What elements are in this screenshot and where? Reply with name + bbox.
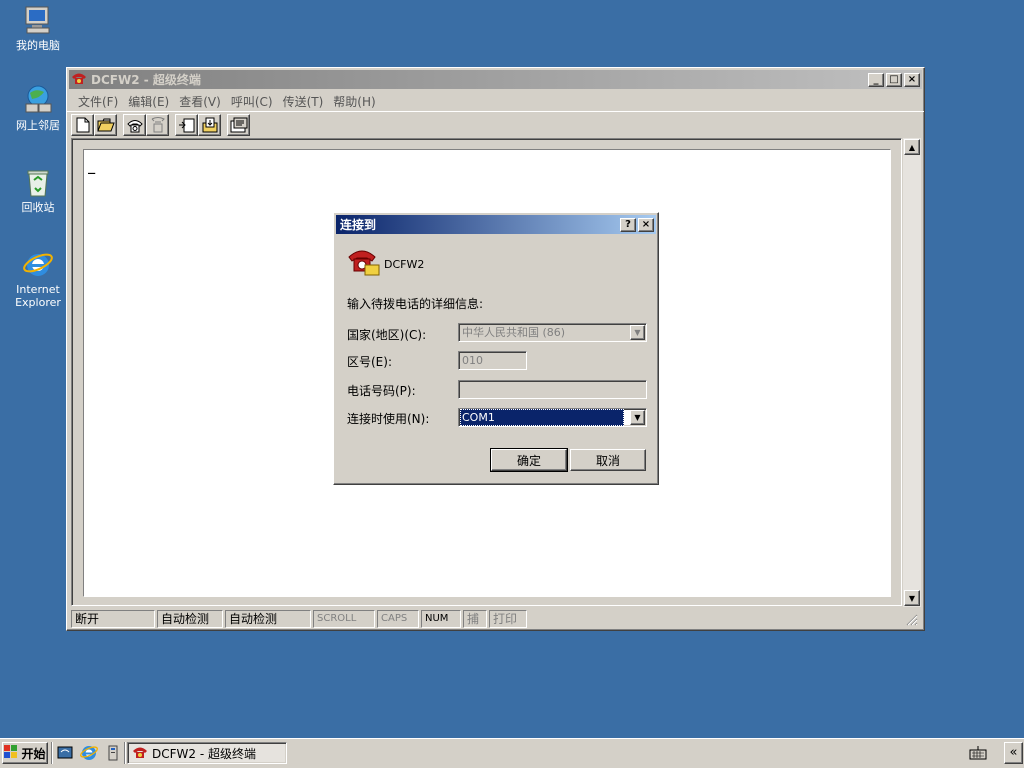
phone-number-input[interactable] [458,380,647,399]
desktop-icon-network[interactable]: 网上邻居 [0,84,76,132]
internet-explorer-icon [22,248,54,280]
open-button[interactable] [94,113,117,136]
scroll-down-icon: ▼ [908,593,916,603]
status-detect-1: 自动检测 [157,610,223,628]
menu-bar: 文件(F) 编辑(E) 查看(V) 呼叫(C) 传送(T) 帮助(H) [67,91,924,111]
help-icon: ? [625,218,631,230]
disconnect-icon [151,116,165,132]
status-num: NUM [421,610,461,628]
call-button[interactable] [123,113,146,136]
receive-icon [202,117,217,132]
status-detect-2: 自动检测 [225,610,311,628]
connection-icon [347,245,381,277]
dialog-close-button[interactable]: × [638,217,654,232]
dialog-titlebar[interactable]: 连接到 ? × [336,215,656,234]
status-print: 打印 [489,610,527,628]
status-caps: CAPS [377,610,419,628]
maximize-icon: □ [889,73,899,85]
open-icon [96,118,115,131]
dialog-title: 连接到 [340,218,377,232]
menu-edit[interactable]: 编辑(E) [123,93,174,110]
desktop-icon-recycle-bin[interactable]: 回收站 [0,166,76,214]
desktop-icon-label: 网上邻居 [16,119,60,132]
keyboard-icon[interactable] [969,745,987,764]
receive-button[interactable] [198,113,221,136]
status-capture: 捕 [463,610,487,628]
desktop-icon-label: 回收站 [21,201,55,214]
chevron-down-icon[interactable]: ▼ [630,325,645,340]
resize-grip-icon[interactable] [905,613,919,627]
computer-icon [22,4,54,36]
menu-call[interactable]: 呼叫(C) [226,93,278,110]
windows-logo-icon [4,745,18,761]
hyperterminal-app-icon [132,745,148,762]
chevron-down-icon[interactable]: ▼ [630,410,645,425]
minimize-icon: _ [873,73,879,85]
country-select[interactable]: 中华人民共和国 (86) ▼ [458,323,647,342]
internet-explorer-icon[interactable] [80,744,98,762]
properties-icon [230,117,247,132]
maximize-button[interactable]: □ [886,72,902,87]
phone-number-label: 电话号码(P): [347,384,416,398]
window-title: DCFW2 - 超级终端 [91,73,201,87]
start-label: 开始 [21,746,46,761]
close-icon: × [641,218,651,230]
minimize-button[interactable]: _ [868,72,884,87]
desktop-icon-label: 我的电脑 [16,39,60,52]
send-button[interactable] [175,113,198,136]
hyperterminal-app-icon [71,71,87,88]
connect-using-value: COM1 [460,409,624,426]
scroll-up-icon: ▲ [908,142,916,152]
toolbar [67,111,924,137]
country-label: 国家(地区)(C): [347,328,427,342]
new-button[interactable] [71,113,94,136]
connect-to-dialog: 连接到 ? × DCFW2 输入待拨电话的详细信息: 国家(地区)(C): 中华… [333,212,659,485]
scroll-up-button[interactable]: ▲ [904,139,920,155]
connect-using-select[interactable]: COM1 ▼ [458,408,647,427]
recycle-bin-icon [22,166,54,198]
taskbar-separator [51,742,53,764]
start-button[interactable]: 开始 [2,742,48,764]
task-title: DCFW2 - 超级终端 [152,746,256,761]
desktop-icon-internet-explorer[interactable]: Internet Explorer [0,248,76,309]
send-icon [178,118,194,132]
network-places-icon [22,84,54,116]
taskbar-separator [124,742,126,764]
taskbar-task-hyperterminal[interactable]: DCFW2 - 超级终端 [127,742,287,764]
disconnect-button[interactable] [146,113,169,136]
show-desktop-icon[interactable] [56,744,74,762]
new-icon [76,117,89,132]
terminal-cursor: _ [88,160,96,174]
menu-view[interactable]: 查看(V) [174,93,226,110]
scroll-down-button[interactable]: ▼ [904,590,920,606]
close-icon: × [907,73,917,85]
cancel-button[interactable]: 取消 [570,449,646,471]
connection-name: DCFW2 [384,258,425,271]
window-titlebar[interactable]: DCFW2 - 超级终端 _ □ × [69,70,922,89]
connect-using-label: 连接时使用(N): [347,412,430,426]
desktop-icon-label: Internet Explorer [15,283,61,309]
status-scroll: SCROLL [313,610,375,628]
menu-transfer[interactable]: 传送(T) [278,93,329,110]
menu-help[interactable]: 帮助(H) [328,93,380,110]
ok-button[interactable]: 确定 [490,448,568,472]
vertical-scrollbar[interactable]: ▲ ▼ [903,138,921,607]
tray-expand-button[interactable]: « [1004,742,1023,764]
area-code-input[interactable]: 010 [458,351,527,370]
status-connection: 断开 [71,610,155,628]
menu-file[interactable]: 文件(F) [73,93,123,110]
connect-icon [126,119,143,132]
area-code-value: 010 [462,354,483,367]
desktop-icon-my-computer[interactable]: 我的电脑 [0,4,76,52]
dialog-prompt: 输入待拨电话的详细信息: [347,297,484,311]
taskbar: 开始 DCFW2 - 超级终端 « [0,738,1024,768]
status-bar: 断开 自动检测 自动检测 SCROLL CAPS NUM 捕 打印 [71,610,919,628]
close-button[interactable]: × [904,72,920,87]
server-manager-icon[interactable] [104,744,122,762]
properties-button[interactable] [227,113,250,136]
help-button[interactable]: ? [620,217,636,232]
area-code-label: 区号(E): [347,355,392,369]
country-value: 中华人民共和国 (86) [462,326,566,339]
